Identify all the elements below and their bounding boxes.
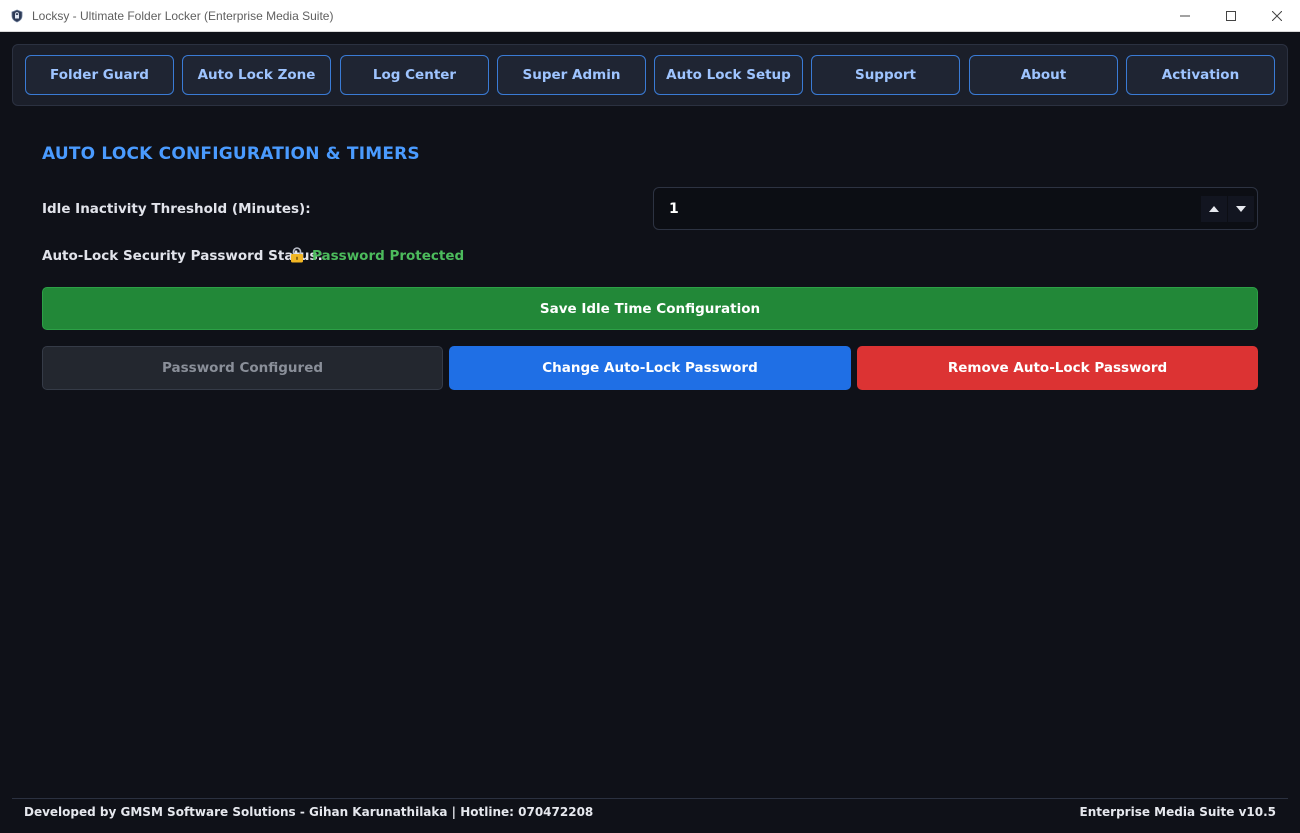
footer-divider — [12, 798, 1288, 799]
remove-password-button[interactable]: Remove Auto-Lock Password — [857, 346, 1258, 390]
tab-activation[interactable]: Activation — [1126, 55, 1275, 95]
section-title: AUTO LOCK CONFIGURATION & TIMERS — [42, 144, 420, 164]
tab-folder-guard[interactable]: Folder Guard — [25, 55, 174, 95]
spin-down-icon[interactable] — [1228, 196, 1254, 222]
lock-icon — [290, 247, 306, 265]
password-configured-button[interactable]: Password Configured — [42, 346, 443, 390]
footer-version: Enterprise Media Suite v10.5 — [1079, 805, 1276, 819]
idle-threshold-label: Idle Inactivity Threshold (Minutes): — [42, 201, 311, 217]
title-bar: Locksy - Ultimate Folder Locker (Enterpr… — [0, 0, 1300, 32]
tab-auto-lock-setup[interactable]: Auto Lock Setup — [654, 55, 803, 95]
shield-lock-icon — [9, 8, 25, 24]
change-password-button[interactable]: Change Auto-Lock Password — [449, 346, 851, 390]
tab-super-admin[interactable]: Super Admin — [497, 55, 646, 95]
tab-about[interactable]: About — [969, 55, 1118, 95]
password-status-text: Password Protected — [312, 248, 465, 264]
minimize-icon[interactable] — [1162, 0, 1208, 32]
close-icon[interactable] — [1254, 0, 1300, 32]
main-nav: Folder Guard Auto Lock Zone Log Center S… — [12, 44, 1288, 106]
idle-threshold-value[interactable]: 1 — [669, 201, 679, 217]
tab-log-center[interactable]: Log Center — [340, 55, 489, 95]
tab-auto-lock-zone[interactable]: Auto Lock Zone — [182, 55, 331, 95]
tab-support[interactable]: Support — [811, 55, 960, 95]
spin-up-icon[interactable] — [1201, 196, 1227, 222]
window-title: Locksy - Ultimate Folder Locker (Enterpr… — [32, 8, 334, 23]
window-controls — [1162, 0, 1300, 32]
password-status-label: Auto-Lock Security Password Status: — [42, 248, 323, 264]
idle-threshold-spinbox[interactable]: 1 — [653, 187, 1258, 230]
save-idle-time-button[interactable]: Save Idle Time Configuration — [42, 287, 1258, 330]
maximize-icon[interactable] — [1208, 0, 1254, 32]
footer-credits: Developed by GMSM Software Solutions - G… — [24, 805, 594, 819]
